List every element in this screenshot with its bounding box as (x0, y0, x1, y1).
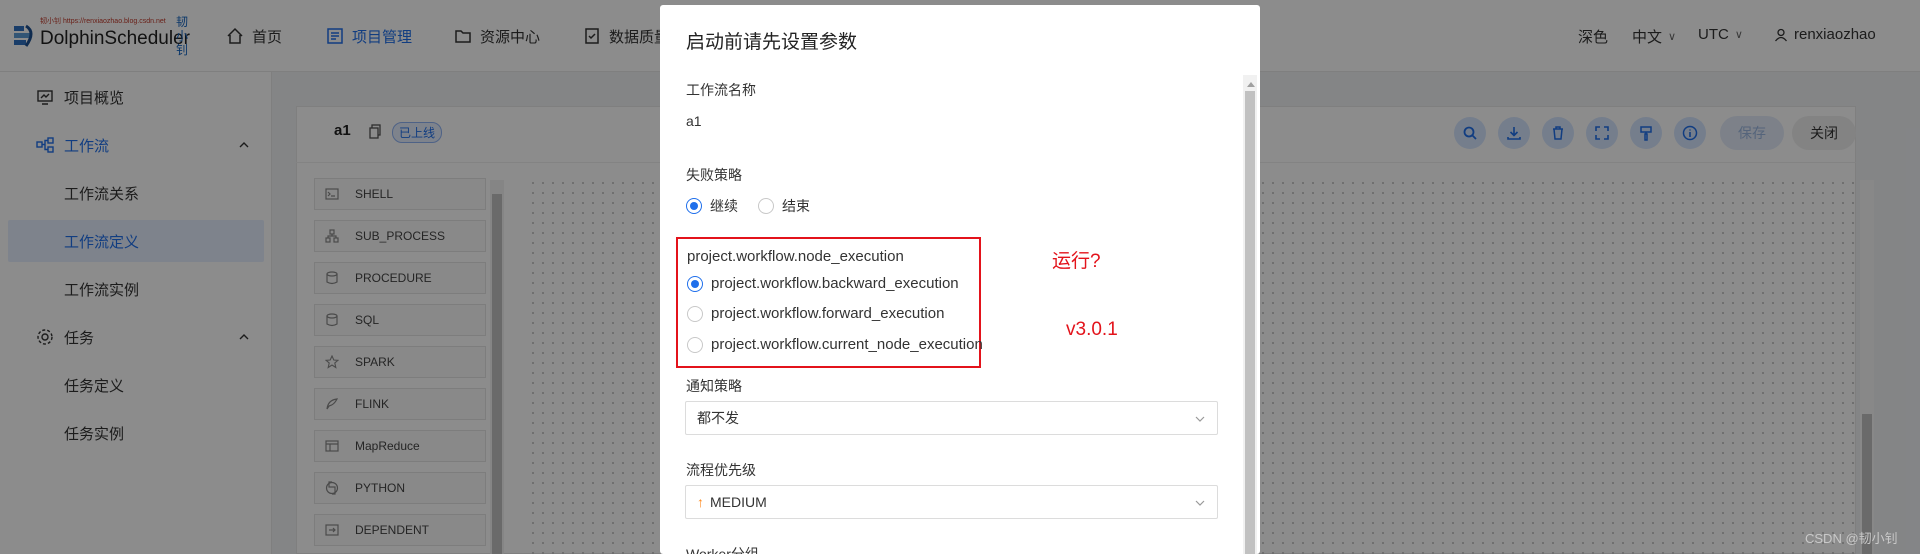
forward-execution-radio[interactable]: project.workflow.forward_execution (687, 305, 944, 322)
worker-group-label: Worker分组 (686, 546, 759, 554)
radio-label: 继续 (710, 198, 738, 214)
workflow-name-label: 工作流名称 (686, 82, 756, 98)
failure-strategy-label: 失败策略 (686, 167, 742, 183)
annotation-version: v3.0.1 (1066, 319, 1118, 340)
radio-dot (758, 198, 774, 214)
node-execution-label: project.workflow.node_execution (687, 248, 904, 265)
notify-strategy-select[interactable]: 都不发 (685, 401, 1218, 435)
radio-label: project.workflow.backward_execution (711, 275, 959, 292)
chevron-down-icon (1195, 416, 1205, 422)
failure-continue-radio[interactable]: 继续 (686, 196, 738, 216)
radio-dot (687, 336, 703, 353)
radio-dot (687, 275, 703, 292)
scroll-up-arrow-icon[interactable] (1247, 82, 1255, 87)
dialog-scroll-thumb[interactable] (1245, 91, 1255, 554)
notify-strategy-label: 通知策略 (686, 378, 742, 394)
failure-end-radio[interactable]: 结束 (758, 196, 810, 216)
priority-label: 流程优先级 (686, 462, 756, 478)
chevron-down-icon (1195, 500, 1205, 506)
start-params-dialog: 启动前请先设置参数 工作流名称 a1 失败策略 继续 结束 project.wo… (660, 5, 1260, 554)
current-node-execution-radio[interactable]: project.workflow.current_node_execution (687, 336, 983, 353)
select-value: MEDIUM (710, 494, 767, 510)
backward-execution-radio[interactable]: project.workflow.backward_execution (687, 275, 959, 292)
annotation-question: 运行? (1052, 251, 1101, 272)
radio-label: 结束 (782, 198, 810, 214)
arrow-up-icon: ↑ (697, 494, 704, 510)
watermark: CSDN @韧小钊 (1805, 531, 1898, 546)
radio-dot (686, 198, 702, 214)
select-value: 都不发 (697, 410, 739, 426)
dialog-title: 启动前请先设置参数 (686, 32, 858, 53)
radio-label: project.workflow.current_node_execution (711, 336, 983, 353)
workflow-name-value: a1 (686, 113, 702, 129)
priority-select[interactable]: ↑ MEDIUM (685, 485, 1218, 519)
radio-label: project.workflow.forward_execution (711, 305, 945, 322)
radio-dot (687, 305, 703, 322)
